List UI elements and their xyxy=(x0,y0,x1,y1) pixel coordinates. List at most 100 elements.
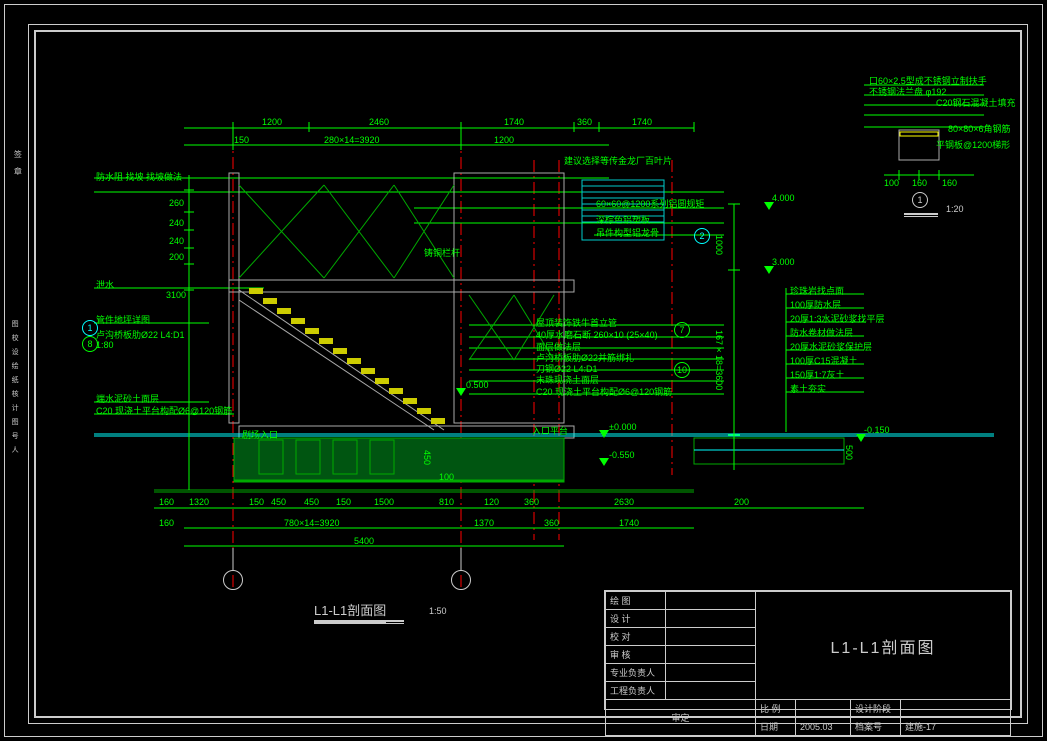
sec-3: 20厚1:3水泥砂浆找平层 xyxy=(790,312,885,325)
tb-r2-l: 校 对 xyxy=(606,628,666,646)
lvl-roof: 4.000 xyxy=(772,193,795,203)
anno-panel: 深棕色铝塑板 xyxy=(596,213,650,226)
anno-r7: C20 现浇土平台构配Ø6@120钢筋 xyxy=(536,385,672,398)
detail-bubble: 1 xyxy=(912,192,928,208)
dim-total: 5400 xyxy=(354,536,374,546)
sheet-title: L1-L1剖面图 xyxy=(831,640,936,657)
det-3: C20钢石混凝土填充 xyxy=(936,96,1016,109)
det-4: 80×80×6角钢筋 xyxy=(948,122,1011,135)
dim-top-5: 1740 xyxy=(632,117,652,127)
dim-span1: 780×14=3920 xyxy=(284,518,340,528)
dim-b10: 2630 xyxy=(614,497,634,507)
anno-louver: 建议选择等传金龙厂百叶片 xyxy=(564,154,672,167)
det-d3: 160 xyxy=(942,178,957,188)
dim-step-450: 450 xyxy=(422,450,432,465)
anno-left2: 管件地坪详图 xyxy=(96,313,150,326)
sec-4: 防水卷材做法层 xyxy=(790,326,853,339)
callout-2: 2 xyxy=(694,228,710,244)
sec-1: 珍珠岩找点面 xyxy=(790,284,844,297)
main-scale: 1:50 xyxy=(429,606,447,616)
title-underline xyxy=(314,620,404,622)
tb-r1-l: 设 计 xyxy=(606,610,666,628)
dim-span2: 1370 xyxy=(474,518,494,528)
tb-r3-l: 审 核 xyxy=(606,646,666,664)
callout-1l: 1 xyxy=(82,320,98,336)
dim-top-2: 2460 xyxy=(369,117,389,127)
lvl-step: 0.500 xyxy=(466,380,489,390)
lvl-pool: -0.150 xyxy=(864,425,890,435)
dim-margin-b: 160 xyxy=(159,497,174,507)
title-block: 绘 图 L1-L1剖面图 设 计 校 对 审 核 专业负责人 工程负责人 审定 … xyxy=(604,590,1012,710)
dim-b2: 150 xyxy=(249,497,264,507)
lvl-f2: 3.000 xyxy=(772,257,795,267)
dim-b4: 450 xyxy=(304,497,319,507)
tb-r4-l: 专业负责人 xyxy=(606,664,666,682)
axis-bubble-left xyxy=(223,570,243,590)
tb-r5-l: 工程负责人 xyxy=(606,682,666,700)
side-label-top: 签 章 xyxy=(12,150,22,175)
sec-5: 20厚水泥砂浆保护层 xyxy=(790,340,872,353)
anno-ceiling: 吊件构型铝龙骨 xyxy=(596,226,659,239)
dim-top2-a: 150 xyxy=(234,135,249,145)
anno-wallmid: 铸铜栏杆 xyxy=(424,246,460,259)
dim-top-1: 1200 xyxy=(262,117,282,127)
det-d1: 100 xyxy=(884,178,899,188)
side-label-bottom: 图 校 设 绘 纸 核 计 图 号 人 xyxy=(10,320,19,453)
dim-b5: 150 xyxy=(336,497,351,507)
detail-underline xyxy=(904,213,938,215)
dim-span3: 360 xyxy=(544,518,559,528)
dim-top2-b: 280×14=3920 xyxy=(324,135,380,145)
dim-b6: 1500 xyxy=(374,497,394,507)
tb-r0-l: 绘 图 xyxy=(606,592,666,610)
anno-left6: C20 现浇土平台构配Ø6@120钢筋 xyxy=(96,404,232,417)
dim-b3: 450 xyxy=(271,497,286,507)
tb-sheet-no: 建施-17 xyxy=(901,718,1011,736)
drawing-canvas: 1200 2460 1740 360 1740 150 280×14=3920 … xyxy=(34,30,1022,718)
dim-l-4: 200 xyxy=(169,252,184,262)
dim-r-1000: 1000 xyxy=(714,235,724,255)
anno-platform: 入口平台 xyxy=(532,424,568,437)
anno-left4: 1:80 xyxy=(96,340,114,350)
tb-approve: 审定 xyxy=(606,700,756,736)
tb-stage-l: 设计阶段 xyxy=(851,700,901,718)
tb-ratio-l: 比 例 xyxy=(756,700,796,718)
dim-l-5: 3100 xyxy=(166,290,186,300)
dim-b8: 120 xyxy=(484,497,499,507)
tb-r0-v xyxy=(666,592,756,610)
dim-b9: 360 xyxy=(524,497,539,507)
anno-left1: 泄水 xyxy=(96,278,114,291)
dim-top2-c: 1200 xyxy=(494,135,514,145)
dim-span4: 1740 xyxy=(619,518,639,528)
det-d2: 160 xyxy=(912,178,927,188)
det-2: 不锈钢法兰盘 φ192 xyxy=(869,85,946,98)
sec-8: 素土夯实 xyxy=(790,382,826,395)
dim-top-4: 360 xyxy=(577,117,592,127)
tb-date-l: 日期 xyxy=(756,718,796,736)
detail-scale: 1:20 xyxy=(946,204,964,214)
dim-b1: 1320 xyxy=(189,497,209,507)
lvl-base: -0.550 xyxy=(609,450,635,460)
tb-arch-l: 档案号 xyxy=(851,718,901,736)
sec-2: 100厚防水层 xyxy=(790,298,841,311)
sec-6: 100厚C15混凝土 xyxy=(790,354,858,367)
anno-entry: 剧场入口 xyxy=(242,428,278,441)
anno-roof-wp: 防水阻 找坡 找坡做法 xyxy=(96,170,182,183)
dim-b11: 200 xyxy=(734,497,749,507)
dim-margin-l: 160 xyxy=(159,518,174,528)
callout-10: 10 xyxy=(674,362,690,378)
tb-date: 2005.03 xyxy=(796,718,851,736)
axis-bubble-right xyxy=(451,570,471,590)
anno-purlin: 60×60@1200系列铝圆规矩 xyxy=(596,197,704,210)
dim-step-100: 100 xyxy=(439,472,454,482)
det-5: 平钢板@1200梯形 xyxy=(936,138,1010,151)
dim-l-2: 240 xyxy=(169,218,184,228)
lvl-gnd: ±0.000 xyxy=(609,422,636,432)
dim-top-3: 1740 xyxy=(504,117,524,127)
dim-pool-500: 500 xyxy=(844,445,854,460)
dim-l-3: 240 xyxy=(169,236,184,246)
dim-l-1: 260 xyxy=(169,198,184,208)
dim-b7: 810 xyxy=(439,497,454,507)
dim-r-3600: 167×18=3600 xyxy=(714,330,724,390)
callout-7: 7 xyxy=(674,322,690,338)
sec-7: 150厚1:7灰土 xyxy=(790,368,845,381)
